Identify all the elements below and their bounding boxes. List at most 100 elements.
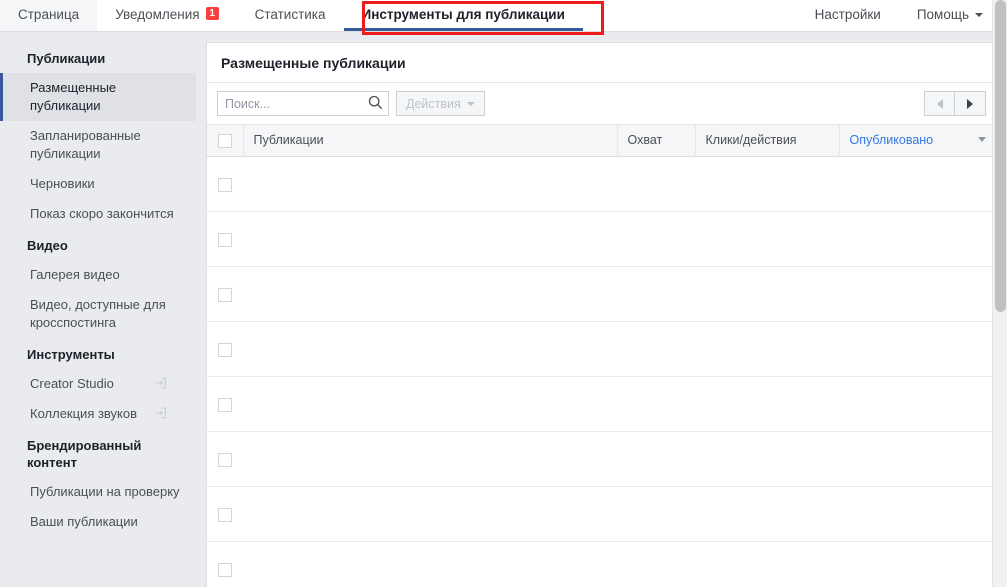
sidebar-item-1-2[interactable]: Запланированные публикации [0, 121, 196, 169]
sidebar-item-label: Публикации на проверку [30, 484, 180, 499]
nav-tab-label: Страница [18, 7, 79, 22]
cell-clicks [695, 322, 839, 377]
cell-reach [617, 542, 695, 587]
search-input[interactable] [217, 91, 389, 116]
column-label-published: Опубликовано [850, 133, 934, 147]
posts-card: Размещенные публикации Действия [206, 42, 997, 587]
cell-post [243, 377, 617, 432]
select-all-checkbox[interactable] [218, 134, 232, 148]
cell-post [243, 432, 617, 487]
table-row[interactable] [207, 377, 996, 432]
cell-clicks [695, 267, 839, 322]
cell-reach [617, 322, 695, 377]
table-row[interactable] [207, 267, 996, 322]
sidebar-item-label: Черновики [30, 176, 95, 191]
external-link-icon [154, 406, 168, 425]
cell-reach [617, 212, 695, 267]
posts-table-body [207, 157, 996, 587]
row-checkbox[interactable] [218, 563, 232, 577]
row-select-cell [207, 267, 243, 322]
sidebar-item-3-1[interactable]: Creator Studio [0, 369, 196, 399]
cell-post [243, 487, 617, 542]
nav-tab-1[interactable]: Настройки [797, 0, 899, 31]
row-checkbox[interactable] [218, 343, 232, 357]
nav-tab-label: Инструменты для публикации [362, 7, 565, 22]
column-header-reach[interactable]: Охват [617, 125, 695, 156]
row-checkbox[interactable] [218, 233, 232, 247]
page-scrollbar-thumb[interactable] [995, 0, 1006, 312]
sidebar-item-4-1[interactable]: Публикации на проверку [0, 477, 196, 507]
column-header-post[interactable]: Публикации [243, 125, 617, 156]
row-checkbox[interactable] [218, 508, 232, 522]
page-body: Публикации Размещенные публикации Запланир… [0, 32, 1007, 587]
row-checkbox[interactable] [218, 288, 232, 302]
main-content-area: Размещенные публикации Действия [196, 32, 1007, 587]
sidebar-item-4-2[interactable]: Ваши публикации [0, 507, 196, 537]
sort-descending-icon [978, 137, 986, 142]
page-scrollbar[interactable] [992, 0, 1007, 587]
sidebar-item-2-2[interactable]: Видео, доступные для кросспостинга [0, 290, 196, 338]
sidebar-item-1-4[interactable]: Показ скоро закончится [0, 199, 196, 229]
pagination-controls [924, 91, 986, 116]
table-row[interactable] [207, 157, 996, 212]
row-select-cell [207, 432, 243, 487]
table-row[interactable] [207, 212, 996, 267]
actions-dropdown-button[interactable]: Действия [396, 91, 485, 116]
sidebar-item-label: Видео, доступные для кросспостинга [30, 297, 166, 330]
cell-post [243, 212, 617, 267]
chevron-down-icon [975, 13, 983, 17]
column-header-clicks[interactable]: Клики/действия [695, 125, 839, 156]
triangle-left-icon [937, 99, 943, 109]
nav-tab-label: Настройки [815, 7, 881, 22]
cell-reach [617, 157, 695, 212]
column-label-post: Публикации [254, 133, 324, 147]
sidebar-item-3-2[interactable]: Коллекция звуков [0, 399, 196, 429]
table-body-scroll-region[interactable] [207, 157, 996, 587]
cell-clicks [695, 542, 839, 587]
nav-tab-2[interactable]: Уведомления1 [97, 0, 236, 31]
table-toolbar: Действия [207, 83, 996, 125]
posts-table-header: Публикации Охват Клики/действия Опублико… [207, 125, 996, 157]
sidebar-navigation: ПубликацииРазмещенные публикацииЗапланир… [0, 32, 196, 587]
table-header-row: Публикации Охват Клики/действия Опублико… [207, 125, 996, 156]
table-row[interactable] [207, 322, 996, 377]
cell-clicks [695, 157, 839, 212]
pagination-next-button[interactable] [955, 92, 985, 115]
nav-tab-3[interactable]: Статистика [237, 0, 344, 31]
column-header-published[interactable]: Опубликовано [839, 125, 996, 156]
actions-dropdown-label: Действия [406, 97, 461, 111]
sidebar-item-2-1[interactable]: Галерея видео [0, 260, 196, 290]
cell-reach [617, 487, 695, 542]
external-link-icon [154, 376, 168, 395]
top-navigation-bar: Страница Уведомления1Статистика Инструмент… [0, 0, 1007, 32]
cell-reach [617, 267, 695, 322]
nav-tab-label: Уведомления [115, 7, 199, 22]
cell-post [243, 322, 617, 377]
row-checkbox[interactable] [218, 398, 232, 412]
sidebar-item-1-1-active[interactable]: Размещенные публикации [0, 73, 196, 121]
nav-tab-1[interactable]: Страница [0, 0, 97, 31]
nav-tab-4-active[interactable]: Инструменты для публикации [344, 0, 583, 31]
sidebar-item-label: Ваши публикации [30, 514, 138, 529]
cell-published [839, 157, 996, 212]
sidebar-item-label: Размещенные публикации [30, 80, 116, 113]
card-title: Размещенные публикации [207, 43, 996, 83]
cell-post [243, 157, 617, 212]
row-select-cell [207, 542, 243, 587]
row-select-cell [207, 212, 243, 267]
cell-clicks [695, 487, 839, 542]
table-row[interactable] [207, 487, 996, 542]
sidebar-section-title: Брендированный контент [0, 429, 196, 477]
nav-tab-2[interactable]: Помощь [899, 0, 1001, 31]
table-row[interactable] [207, 542, 996, 587]
table-row[interactable] [207, 432, 996, 487]
cell-published [839, 487, 996, 542]
cell-published [839, 432, 996, 487]
top-nav-right-group: Настройки Помощь [797, 0, 1001, 31]
row-checkbox[interactable] [218, 453, 232, 467]
chevron-down-icon [467, 102, 475, 106]
triangle-right-icon [967, 99, 973, 109]
sidebar-item-1-3[interactable]: Черновики [0, 169, 196, 199]
pagination-prev-button[interactable] [925, 92, 955, 115]
row-checkbox[interactable] [218, 178, 232, 192]
